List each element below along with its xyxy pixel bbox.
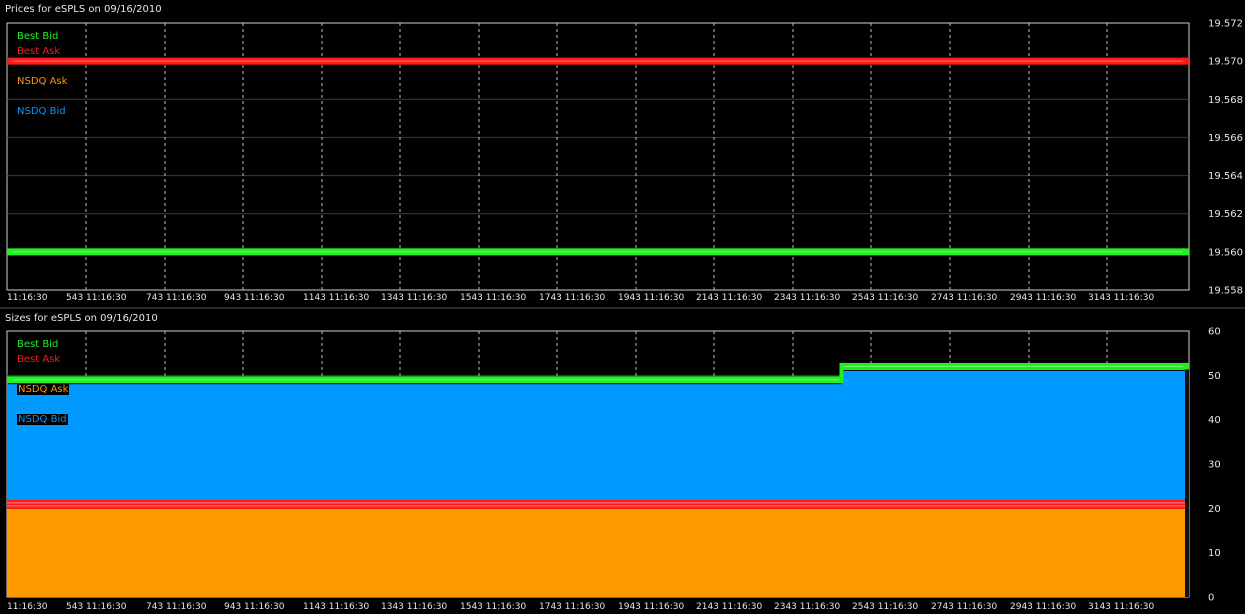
- legend-best-ask: Best Ask: [17, 354, 61, 365]
- x-tick-label: 1543 11:16:30: [460, 293, 526, 303]
- x-tick-label: 1943 11:16:30: [618, 602, 684, 612]
- x-tick-label: 2143 11:16:30: [696, 602, 762, 612]
- x-tick-label: 2543 11:16:30: [852, 293, 918, 303]
- x-tick-label: 2743 11:16:30: [931, 293, 997, 303]
- x-tick-label: 2143 11:16:30: [696, 293, 762, 303]
- legend-nsdq-ask: NSDQ Ask: [17, 76, 68, 87]
- x-tick-label: 2343 11:16:30: [774, 602, 840, 612]
- x-tick-label: 543 11:16:30: [66, 602, 127, 612]
- x-tick-label: 2343 11:16:30: [774, 293, 840, 303]
- x-tick-label: 1343 11:16:30: [381, 602, 447, 612]
- x-tick-label: 1743 11:16:30: [539, 602, 605, 612]
- x-tick-label: 543 11:16:30: [66, 293, 127, 303]
- best-bid-size-step: [839, 362, 844, 384]
- legend-nsdq-ask: NSDQ Ask: [17, 384, 70, 395]
- prices-chart: 19.572 19.570 19.568 19.566 19.564 19.562 19.5…: [6, 19, 1243, 303]
- best-ask-size-band: [7, 499, 1189, 509]
- y-tick-label: 19.566: [1208, 133, 1243, 144]
- y-tick-label: 19.572: [1208, 19, 1243, 30]
- x-tick-label: 11:16:30: [7, 602, 48, 612]
- y-tick-label: 19.568: [1208, 95, 1243, 106]
- y-tick-label: 20: [1208, 504, 1221, 515]
- sizes-panel: 60 50 40 30 20 10 0 11:16:30 543 11:16:30 743 11:…: [0, 309, 1245, 614]
- x-tick-label: 1743 11:16:30: [539, 293, 605, 303]
- prices-chart-title: Prices for eSPLS on 09/16/2010: [5, 4, 162, 15]
- prices-panel: 19.572 19.570 19.568 19.566 19.564 19.562 19.5…: [0, 0, 1245, 307]
- y-tick-label: 19.558: [1208, 286, 1243, 297]
- x-tick-label: 743 11:16:30: [146, 293, 207, 303]
- y-tick-label: 19.560: [1208, 247, 1243, 258]
- x-tick-label: 1943 11:16:30: [618, 293, 684, 303]
- x-tick-label: 943 11:16:30: [224, 293, 285, 303]
- legend-best-bid: Best Bid: [17, 339, 59, 350]
- y-tick-label: 19.570: [1208, 57, 1243, 68]
- nsdq-ask-size-area: [7, 508, 1189, 597]
- x-tick-label: 943 11:16:30: [224, 602, 285, 612]
- y-tick-label: 50: [1208, 371, 1221, 382]
- x-tick-label: 1343 11:16:30: [381, 293, 447, 303]
- y-tick-label: 60: [1208, 327, 1221, 338]
- x-tick-label: 1143 11:16:30: [303, 293, 369, 303]
- x-tick-label: 2743 11:16:30: [931, 602, 997, 612]
- plot-right-edge: [1185, 369, 1189, 597]
- nsdq-bid-size-area: [841, 370, 1189, 504]
- x-tick-label: 1143 11:16:30: [303, 602, 369, 612]
- x-tick-label: 3143 11:16:30: [1088, 293, 1154, 303]
- x-tick-label: 2543 11:16:30: [852, 602, 918, 612]
- y-tick-label: 30: [1208, 460, 1221, 471]
- legend-nsdq-bid: NSDQ Bid: [17, 414, 68, 425]
- x-tick-label: 1543 11:16:30: [460, 602, 526, 612]
- legend-nsdq-bid: NSDQ Bid: [17, 106, 66, 117]
- sizes-chart-title: Sizes for eSPLS on 09/16/2010: [5, 313, 158, 324]
- y-tick-label: 10: [1208, 548, 1221, 559]
- y-tick-label: 40: [1208, 415, 1221, 426]
- x-tick-label: 3143 11:16:30: [1088, 602, 1154, 612]
- y-tick-label: 19.564: [1208, 171, 1243, 182]
- legend-best-bid: Best Bid: [17, 31, 59, 42]
- nsdq-bid-size-area: [7, 384, 842, 504]
- y-tick-label: 19.562: [1208, 209, 1243, 220]
- x-tick-label: 11:16:30: [7, 293, 48, 303]
- x-tick-label: 743 11:16:30: [146, 602, 207, 612]
- sizes-chart: 60 50 40 30 20 10 0 11:16:30 543 11:16:30 743 11:…: [6, 327, 1221, 612]
- x-tick-label: 2943 11:16:30: [1010, 293, 1076, 303]
- y-tick-label: 0: [1208, 593, 1214, 604]
- x-tick-label: 2943 11:16:30: [1010, 602, 1076, 612]
- legend-best-ask: Best Ask: [17, 46, 61, 57]
